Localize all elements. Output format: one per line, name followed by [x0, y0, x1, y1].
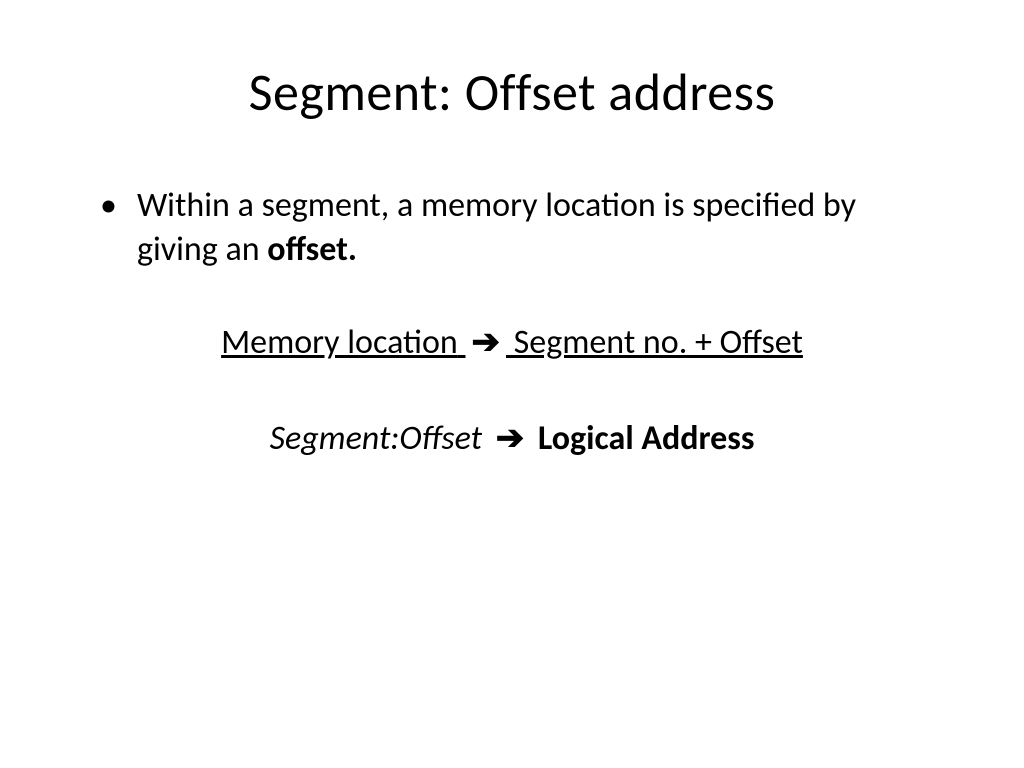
slide-title: Segment: Offset address	[90, 60, 934, 124]
bullet-text: Within a segment, a memory location is s…	[137, 184, 934, 272]
arrow-icon: ➔	[471, 322, 500, 363]
bullet-text-bold: offset.	[267, 229, 357, 270]
bullet-text-normal: Within a segment, a memory location is s…	[137, 185, 856, 270]
formula-logical-address: Segment:Offset ➔ Logical Address	[90, 418, 934, 459]
arrow-icon: ➔	[496, 418, 525, 459]
formula2-bold: Logical Address	[530, 418, 754, 459]
formula2-italic: Segment:Offset	[270, 418, 490, 459]
slide-content: • Within a segment, a memory location is…	[90, 184, 934, 459]
formula1-part2: Segment no. + Offset	[506, 322, 803, 363]
bullet-marker: •	[100, 184, 117, 228]
formula-memory-location: Memory location ➔ Segment no. + Offset	[90, 322, 934, 363]
bullet-item: • Within a segment, a memory location is…	[90, 184, 934, 272]
formula1-part1: Memory location	[221, 322, 458, 363]
formula1-underline: Memory location ➔ Segment no. + Offset	[221, 322, 803, 363]
